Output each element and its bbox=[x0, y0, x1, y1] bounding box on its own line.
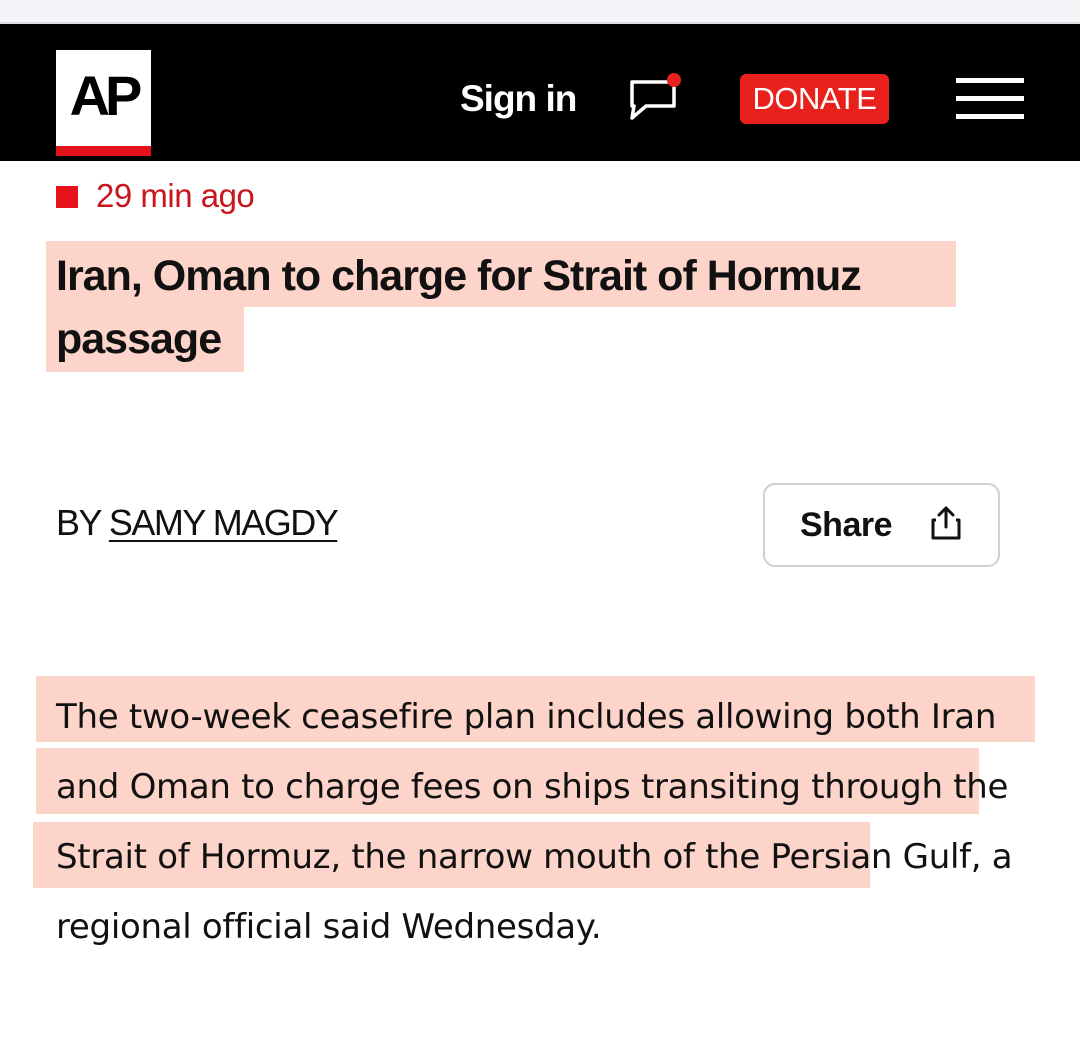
ap-logo[interactable]: AP bbox=[56, 50, 151, 156]
live-indicator-square bbox=[56, 186, 78, 208]
hamburger-menu-icon[interactable] bbox=[956, 78, 1024, 122]
article-body: The two-week ceasefire plan includes all… bbox=[56, 697, 1013, 947]
browser-top-strip bbox=[0, 0, 1080, 24]
sign-in-link[interactable]: Sign in bbox=[460, 74, 577, 124]
logo-text: AP bbox=[69, 64, 143, 127]
timestamp: 29 min ago bbox=[96, 177, 255, 214]
byline: BY SAMY MAGDY bbox=[56, 500, 339, 546]
author-link[interactable]: SAMY MAGDY bbox=[109, 502, 339, 543]
site-header: AP Sign in DONATE bbox=[0, 24, 1080, 161]
donate-button[interactable]: DONATE bbox=[740, 74, 889, 124]
share-icon bbox=[931, 506, 961, 540]
logo-red-bar bbox=[56, 146, 151, 156]
article-headline: Iran, Oman to charge for Strait of Hormu… bbox=[56, 252, 862, 363]
share-label: Share bbox=[800, 506, 893, 544]
share-button[interactable]: Share bbox=[763, 483, 1000, 567]
byline-prefix: BY bbox=[56, 502, 102, 543]
chat-notification-icon[interactable] bbox=[624, 72, 686, 126]
